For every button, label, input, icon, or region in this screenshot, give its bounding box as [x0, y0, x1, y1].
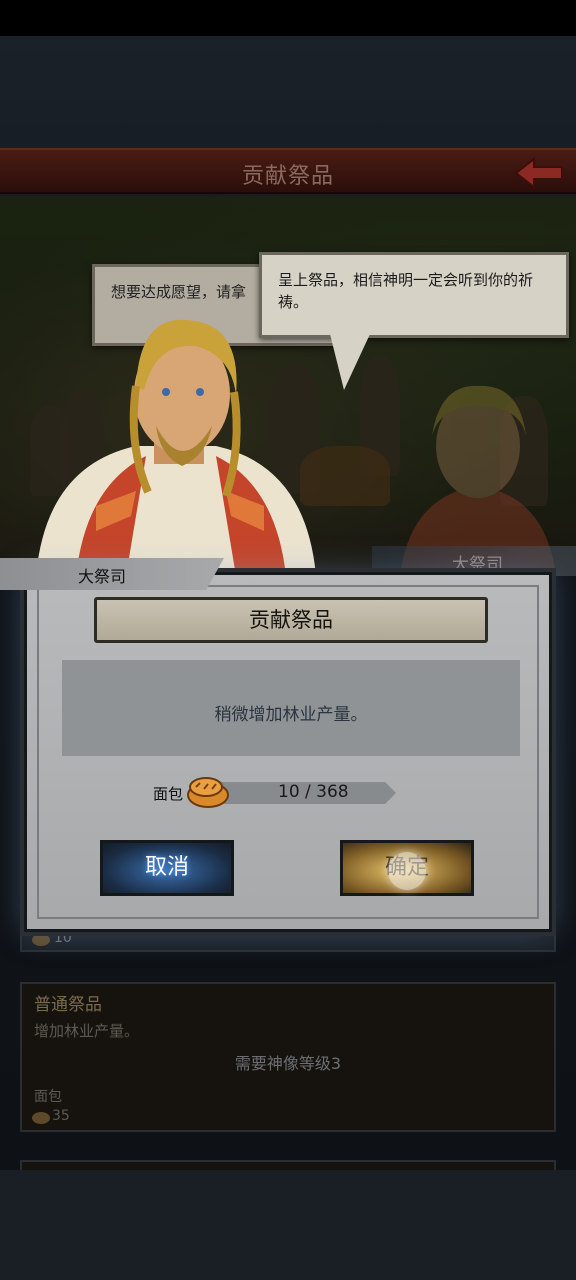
cost-resource-label: 面包 — [153, 785, 184, 803]
offering-resource-label: 面包 — [34, 1089, 62, 1105]
offering-card-normal[interactable]: 普通祭品 增加林业产量。 需要神像等级3 面包 35 — [20, 982, 556, 1132]
speech-text: 呈上祭品，相信神明一定会听到你的祈祷。 — [278, 271, 534, 311]
speaker-name: 大祭司 — [78, 567, 127, 586]
status-bar — [0, 0, 576, 36]
bread-icon — [32, 934, 50, 946]
cancel-button[interactable]: 取消 — [100, 840, 234, 896]
touch-indicator — [388, 852, 426, 890]
dialog-description-box: 稍微增加林业产量。 — [62, 660, 520, 756]
dialog-title: 贡献祭品 — [94, 597, 488, 643]
offering-description: 增加林业产量。 — [34, 1022, 140, 1040]
bread-icon — [187, 777, 229, 808]
bottom-panel — [0, 1170, 576, 1280]
top-header: 贡献祭品 — [0, 148, 576, 194]
cost-value: 10 / 368 — [278, 782, 349, 802]
bread-icon — [32, 1112, 50, 1124]
cost-progress-bar: 10 / 368 — [214, 782, 396, 804]
back-arrow-icon[interactable] — [514, 156, 566, 190]
dialog-description: 稍微增加林业产量。 — [214, 705, 368, 725]
speech-bubble-tail — [330, 334, 370, 390]
speech-bubble: 呈上祭品，相信神明一定会听到你的祈祷。 — [259, 252, 569, 338]
speaker-nameplate: 大祭司 — [0, 558, 224, 590]
offering-cost-count: 35 — [52, 1108, 70, 1124]
offering-title: 普通祭品 — [34, 995, 102, 1015]
priest-portrait — [36, 319, 316, 576]
offering-cost-count: 10 — [54, 930, 72, 946]
page-title: 贡献祭品 — [241, 164, 334, 189]
locked-requirement: 需要神像等级3 — [234, 1054, 342, 1073]
